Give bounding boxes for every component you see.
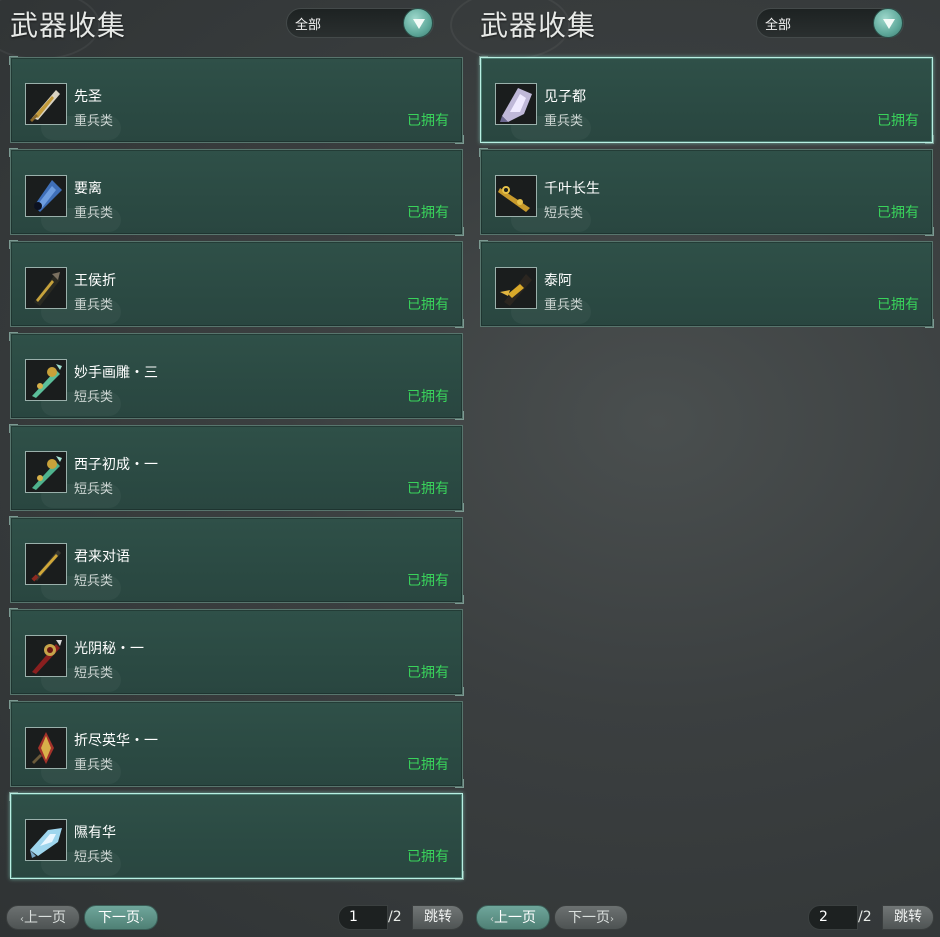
weapon-card[interactable]: 折尽英华・一 重兵类 已拥有 (9, 700, 464, 788)
heavy-blade-red-gold-icon (25, 727, 67, 769)
weapon-card[interactable]: 西子初成・一 短兵类 已拥有 (9, 424, 464, 512)
short-blade-gold-icon (495, 175, 537, 217)
filter-selected-value: 全部 (765, 18, 792, 33)
weapon-type: 重兵类 (74, 114, 114, 129)
weapon-card[interactable]: 要离 重兵类 已拥有 (9, 148, 464, 236)
prev-page-button[interactable]: ‹上一页 (6, 905, 80, 930)
weapon-type: 短兵类 (74, 482, 114, 497)
owned-status: 已拥有 (407, 297, 449, 313)
weapon-collection-panel-right: 武器收集 全部 见子都 重兵类 已拥有 千叶长生 短兵类 已拥有 泰阿 重兵类 … (450, 0, 940, 937)
heavy-blade-black-gold-icon (495, 267, 537, 309)
weapon-name: 要离 (74, 181, 102, 197)
weapon-card[interactable]: 千叶长生 短兵类 已拥有 (479, 148, 934, 236)
weapon-type: 短兵类 (544, 206, 584, 221)
owned-status: 已拥有 (407, 849, 449, 865)
weapon-type: 重兵类 (544, 114, 584, 129)
owned-status: 已拥有 (407, 481, 449, 497)
pagination-bar: ‹上一页 下一页› 2 /2 跳转 (470, 905, 940, 931)
panel-title: 武器收集 (480, 9, 597, 42)
heavy-blade-blue-icon (25, 175, 67, 217)
weapon-name: 王侯折 (74, 273, 116, 289)
chevron-down-icon[interactable] (873, 8, 903, 38)
category-filter-dropdown[interactable]: 全部 (756, 8, 904, 38)
weapon-name: 君来对语 (74, 549, 130, 565)
weapon-card[interactable]: 先圣 重兵类 已拥有 (9, 56, 464, 144)
weapon-name: 折尽英华・一 (74, 733, 158, 749)
weapon-card[interactable]: 王侯折 重兵类 已拥有 (9, 240, 464, 328)
page-number-input[interactable]: 2 (808, 905, 858, 930)
weapon-list: 先圣 重兵类 已拥有 要离 重兵类 已拥有 王侯折 重兵类 已拥有 妙手画雕・三… (9, 56, 464, 885)
weapon-type: 重兵类 (74, 758, 114, 773)
next-page-button[interactable]: 下一页› (84, 905, 158, 930)
weapon-type: 重兵类 (74, 298, 114, 313)
weapon-card[interactable]: 泰阿 重兵类 已拥有 (479, 240, 934, 328)
jump-button[interactable]: 跳转 (882, 905, 934, 930)
owned-status: 已拥有 (407, 573, 449, 589)
weapon-list: 见子都 重兵类 已拥有 千叶长生 短兵类 已拥有 泰阿 重兵类 已拥有 (479, 56, 934, 333)
prev-page-button[interactable]: ‹上一页 (476, 905, 550, 930)
short-blade-crimson-icon (25, 635, 67, 677)
weapon-type: 短兵类 (74, 850, 114, 865)
weapon-card[interactable]: 光阴秘・一 短兵类 已拥有 (9, 608, 464, 696)
next-page-button[interactable]: 下一页› (554, 905, 628, 930)
weapon-card[interactable]: 妙手画雕・三 短兵类 已拥有 (9, 332, 464, 420)
short-blade-dagger-icon (25, 543, 67, 585)
jump-button[interactable]: 跳转 (412, 905, 464, 930)
weapon-name: 见子都 (544, 89, 586, 105)
chevron-right-icon: › (610, 914, 614, 925)
heavy-blade-crystal-icon (495, 83, 537, 125)
weapon-card-selected[interactable]: 隰有华 短兵类 已拥有 (9, 792, 464, 880)
owned-status: 已拥有 (407, 757, 449, 773)
weapon-type: 短兵类 (74, 390, 114, 405)
category-filter-dropdown[interactable]: 全部 (286, 8, 434, 38)
owned-status: 已拥有 (407, 665, 449, 681)
prev-page-label: 上一页 (494, 910, 536, 926)
weapon-name: 先圣 (74, 89, 102, 105)
weapon-name: 西子初成・一 (74, 457, 158, 473)
page-total: /2 (858, 909, 872, 925)
weapon-type: 重兵类 (74, 206, 114, 221)
weapon-name: 泰阿 (544, 273, 572, 289)
owned-status: 已拥有 (877, 297, 919, 313)
weapon-type: 短兵类 (74, 574, 114, 589)
prev-page-label: 上一页 (24, 910, 66, 926)
weapon-card[interactable]: 君来对语 短兵类 已拥有 (9, 516, 464, 604)
page-number-input[interactable]: 1 (338, 905, 388, 930)
owned-status: 已拥有 (877, 205, 919, 221)
heavy-blade-gold-icon (25, 83, 67, 125)
chevron-right-icon: › (140, 914, 144, 925)
pagination-bar: ‹上一页 下一页› 1 /2 跳转 (0, 905, 470, 931)
owned-status: 已拥有 (407, 389, 449, 405)
weapon-type: 短兵类 (74, 666, 114, 681)
heavy-blade-dark-icon (25, 267, 67, 309)
next-page-label: 下一页 (568, 910, 610, 926)
short-blade-jade-icon (25, 359, 67, 401)
owned-status: 已拥有 (407, 205, 449, 221)
chevron-down-icon[interactable] (403, 8, 433, 38)
next-page-label: 下一页 (98, 910, 140, 926)
page-total: /2 (388, 909, 402, 925)
weapon-name: 千叶长生 (544, 181, 600, 197)
short-blade-jade-icon (25, 451, 67, 493)
weapon-name: 隰有华 (74, 825, 116, 841)
weapon-collection-panel-left: 武器收集 全部 先圣 重兵类 已拥有 要离 重兵类 已拥有 王侯折 重兵类 已拥… (0, 0, 470, 937)
owned-status: 已拥有 (877, 113, 919, 129)
short-blade-crystal-icon (25, 819, 67, 861)
weapon-type: 重兵类 (544, 298, 584, 313)
weapon-name: 光阴秘・一 (74, 641, 144, 657)
weapon-name: 妙手画雕・三 (74, 365, 158, 381)
panel-title: 武器收集 (10, 9, 127, 42)
owned-status: 已拥有 (407, 113, 449, 129)
filter-selected-value: 全部 (295, 18, 322, 33)
weapon-card-selected[interactable]: 见子都 重兵类 已拥有 (479, 56, 934, 144)
